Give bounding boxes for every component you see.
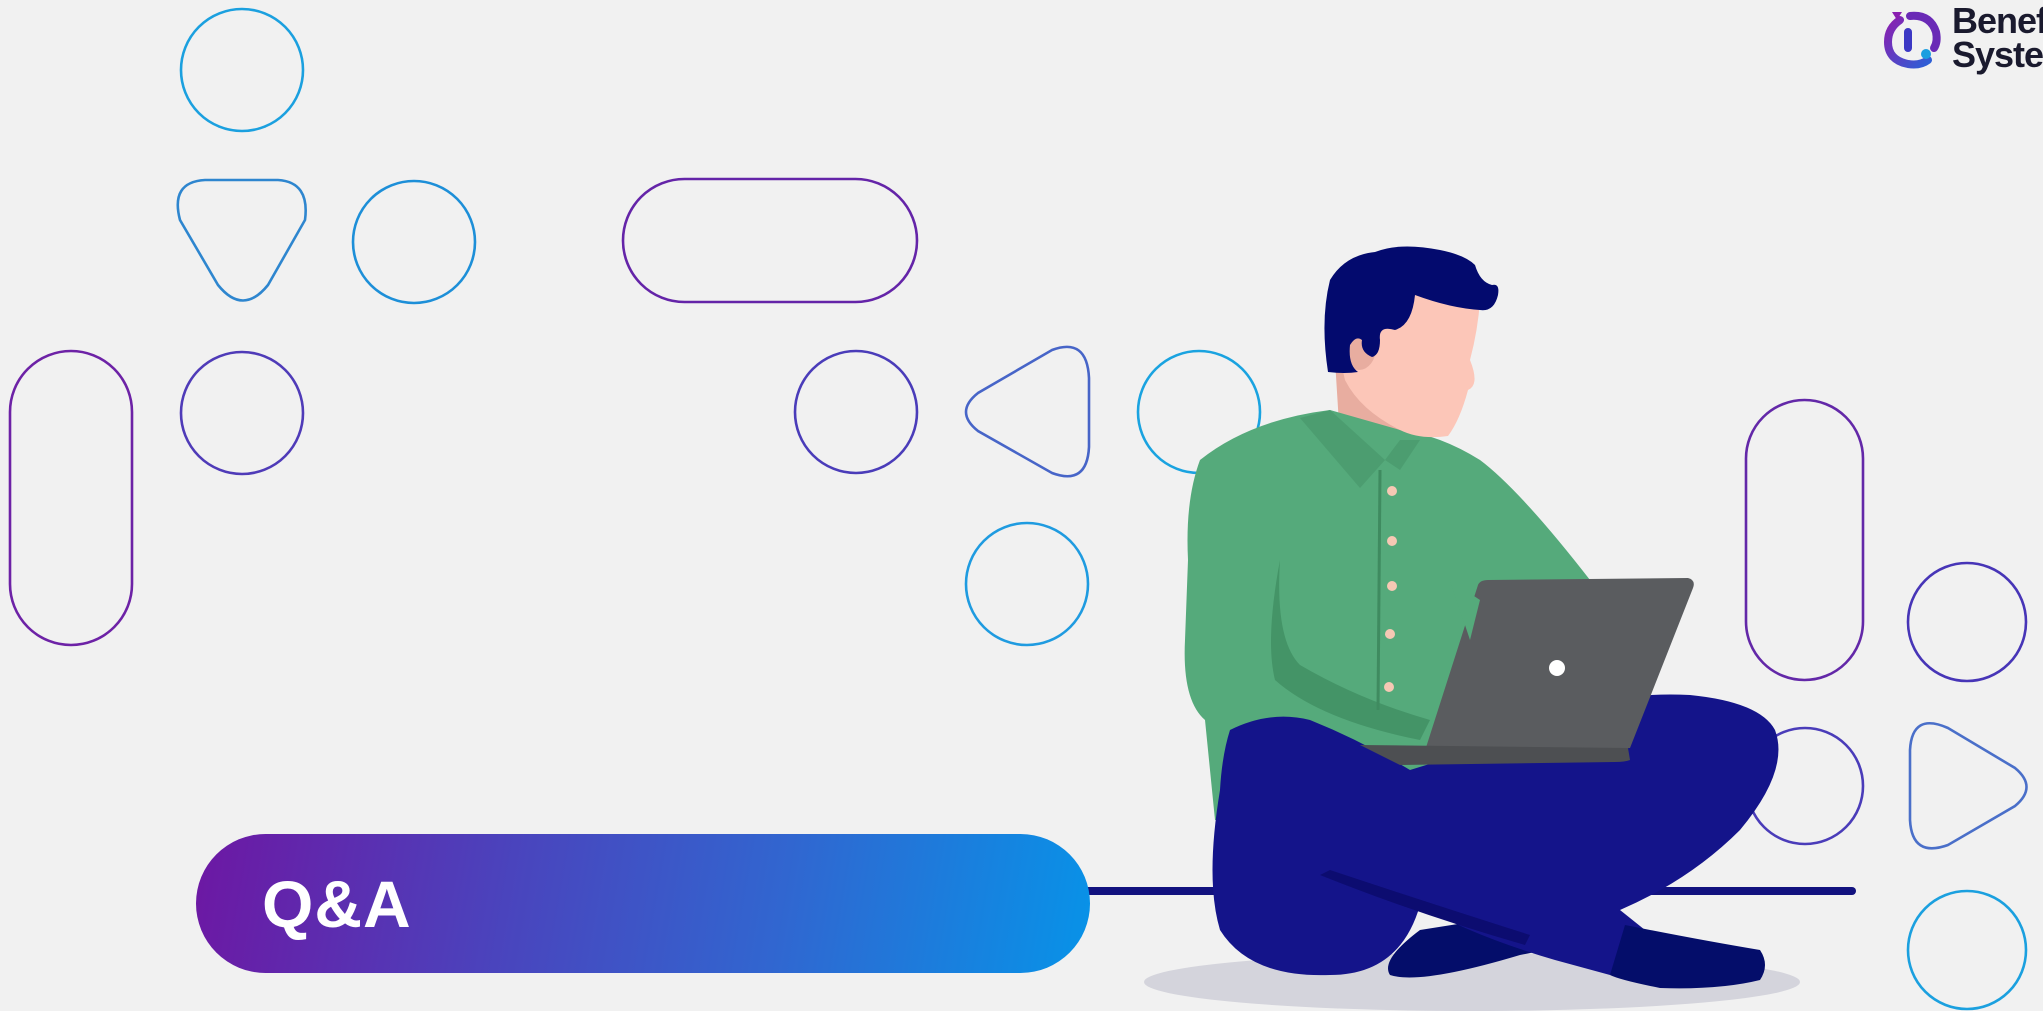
brand-logo: Benef Syste [1880, 0, 2043, 75]
shirt-button [1387, 536, 1397, 546]
circle-outline-icon [351, 179, 477, 305]
pill-outline-icon [621, 177, 919, 304]
title-banner: Q&A [196, 834, 1090, 973]
circle-outline-icon [179, 7, 305, 133]
circle-outline-icon [964, 521, 1090, 647]
pill-outline-icon [8, 349, 134, 647]
shirt-button [1387, 486, 1397, 496]
circle-outline-icon [179, 350, 305, 476]
logo-text: Benef Syste [1951, 0, 2043, 75]
slide-title: Q&A [262, 866, 412, 941]
front-foot [1610, 925, 1765, 989]
triangle-outline-icon [176, 178, 307, 302]
shirt-placket [1376, 469, 1382, 711]
person-with-laptop-illustration [1144, 246, 1800, 1011]
shirt-button [1384, 682, 1394, 692]
circle-outline-icon [1906, 889, 2028, 1011]
triangle-outline-icon [964, 345, 1091, 478]
benefit-systems-logo-icon [1883, 11, 1941, 69]
slide-canvas: Benef Syste Q&A [0, 0, 2043, 1011]
shirt-button [1385, 629, 1395, 639]
triangle-outline-icon [1908, 722, 2028, 850]
circle-outline-icon [1906, 561, 2028, 683]
laptop-logo-icon [1549, 660, 1565, 676]
shirt-button [1387, 581, 1397, 591]
laptop-base [1360, 745, 1630, 765]
circle-outline-icon [793, 349, 919, 475]
